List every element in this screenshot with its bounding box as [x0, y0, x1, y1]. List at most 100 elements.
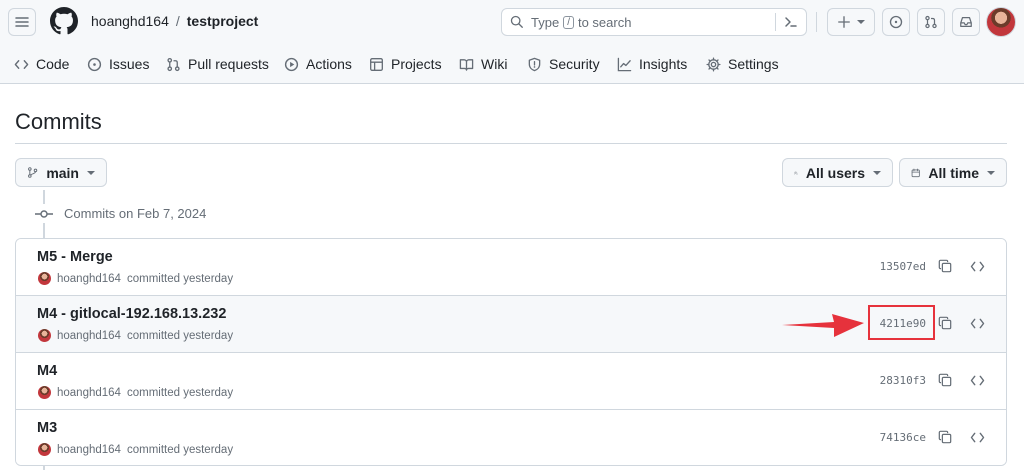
commit-row: M3 hoanghd164 committed yesterday 74136c… — [16, 409, 1006, 465]
tab-label: Projects — [391, 56, 442, 72]
copy-icon[interactable] — [938, 259, 952, 273]
issues-button[interactable] — [882, 8, 910, 36]
browse-code-icon[interactable] — [970, 431, 985, 444]
repo-breadcrumb: hoanghd164 / testproject — [91, 13, 258, 29]
commit-title-link[interactable]: M5 - Merge — [37, 249, 113, 265]
caret-down-icon — [87, 170, 95, 175]
repo-nav-tabs: Code Issues Pull requests Actions Projec… — [0, 46, 1024, 82]
git-commit-icon — [35, 209, 53, 218]
tab-actions[interactable]: Actions — [284, 53, 352, 75]
tab-label: Actions — [306, 56, 352, 72]
code-icon — [14, 59, 29, 69]
breadcrumb-separator: / — [175, 13, 180, 29]
play-icon — [284, 57, 299, 71]
commit-meta: hoanghd164 committed yesterday — [38, 443, 233, 456]
command-palette-icon[interactable] — [783, 14, 799, 30]
tab-projects[interactable]: Projects — [369, 53, 442, 75]
commit-group-label: Commits on Feb 7, 2024 — [64, 206, 207, 221]
git-pull-request-icon — [925, 15, 937, 29]
people-icon — [794, 171, 798, 174]
tab-label: Settings — [728, 56, 779, 72]
graph-icon — [617, 57, 632, 71]
commit-title-link[interactable]: M4 — [37, 363, 57, 379]
search-suffix: to search — [577, 14, 632, 30]
tab-code[interactable]: Code — [14, 53, 69, 75]
github-logo-icon[interactable] — [50, 7, 78, 35]
users-filter-label: All users — [805, 164, 865, 181]
commit-list: M5 - Merge hoanghd164 committed yesterda… — [15, 238, 1007, 466]
tab-label: Pull requests — [188, 56, 269, 72]
repo-owner-link[interactable]: hoanghd164 — [91, 13, 169, 29]
search-prefix: Type — [531, 14, 560, 30]
repo-name-link[interactable]: testproject — [187, 13, 259, 29]
commit-sha-link[interactable]: 28310f3 — [880, 374, 926, 387]
commit-title-link[interactable]: M4 - gitlocal-192.168.13.232 — [37, 306, 226, 322]
author-avatar[interactable] — [38, 329, 51, 342]
tab-pull-requests[interactable]: Pull requests — [166, 53, 269, 75]
user-avatar[interactable] — [986, 7, 1016, 37]
issue-opened-icon — [87, 57, 102, 71]
time-filter[interactable]: All time — [899, 158, 1007, 187]
commit-sha-link[interactable]: 13507ed — [880, 260, 926, 273]
commit-author-link[interactable]: hoanghd164 — [57, 387, 121, 399]
book-icon — [459, 58, 474, 71]
caret-down-icon — [987, 170, 995, 175]
browse-code-icon[interactable] — [970, 374, 985, 387]
commit-author-link[interactable]: hoanghd164 — [57, 444, 121, 456]
commit-title-link[interactable]: M3 — [37, 420, 57, 436]
commit-author-link[interactable]: hoanghd164 — [57, 330, 121, 342]
copy-icon[interactable] — [938, 316, 952, 330]
commit-time: committed yesterday — [126, 272, 234, 285]
page-title: Commits — [15, 109, 102, 134]
tab-wiki[interactable]: Wiki — [459, 53, 507, 75]
copy-icon[interactable] — [938, 373, 952, 387]
create-new-button[interactable] — [827, 8, 875, 36]
copy-icon[interactable] — [938, 430, 952, 444]
shield-icon — [528, 57, 541, 71]
author-avatar[interactable] — [38, 443, 51, 456]
pull-requests-button[interactable] — [917, 8, 945, 36]
plus-icon — [838, 16, 850, 28]
commit-sha-link[interactable]: 74136ce — [880, 431, 926, 444]
tab-security[interactable]: Security — [527, 53, 600, 75]
hamburger-icon — [15, 17, 29, 27]
issue-opened-icon — [889, 15, 903, 29]
git-branch-icon — [28, 167, 38, 178]
commit-row: M5 - Merge hoanghd164 committed yesterda… — [16, 239, 1006, 296]
tab-settings[interactable]: Settings — [706, 53, 779, 75]
author-avatar[interactable] — [38, 272, 51, 285]
tab-label: Insights — [639, 56, 688, 72]
tab-insights[interactable]: Insights — [617, 53, 687, 75]
search-input[interactable]: Type / to search — [501, 8, 807, 36]
inbox-button[interactable] — [952, 8, 980, 36]
toolbar-divider — [816, 12, 817, 32]
commit-group-header: Commits on Feb 7, 2024 — [35, 204, 207, 223]
gear-icon — [706, 56, 721, 72]
time-filter-label: All time — [928, 164, 979, 181]
annotation-arrow-icon — [782, 314, 864, 337]
caret-down-icon — [857, 20, 865, 24]
commit-time: committed yesterday — [126, 443, 234, 456]
tab-issues[interactable]: Issues — [87, 53, 149, 75]
commit-time: committed yesterday — [126, 329, 234, 342]
inbox-icon — [960, 17, 972, 27]
menu-button[interactable] — [8, 8, 36, 36]
commit-meta: hoanghd164 committed yesterday — [38, 386, 233, 399]
browse-code-icon[interactable] — [970, 260, 985, 273]
tab-label: Wiki — [481, 56, 508, 72]
caret-down-icon — [873, 170, 881, 175]
browse-code-icon[interactable] — [970, 317, 985, 330]
author-avatar[interactable] — [38, 386, 51, 399]
tab-label: Issues — [109, 56, 150, 72]
commit-meta: hoanghd164 committed yesterday — [38, 329, 233, 342]
top-bar: hoanghd164 / testproject Type / to searc… — [0, 0, 1024, 44]
search-shortcut-key: / — [563, 15, 574, 29]
title-divider — [15, 143, 1007, 144]
calendar-icon — [911, 168, 920, 177]
branch-label: main — [46, 164, 79, 181]
commit-author-link[interactable]: hoanghd164 — [57, 273, 121, 285]
git-pull-request-icon — [167, 57, 180, 71]
commit-meta: hoanghd164 committed yesterday — [38, 272, 233, 285]
users-filter[interactable]: All users — [782, 158, 893, 187]
branch-selector[interactable]: main — [15, 158, 107, 187]
